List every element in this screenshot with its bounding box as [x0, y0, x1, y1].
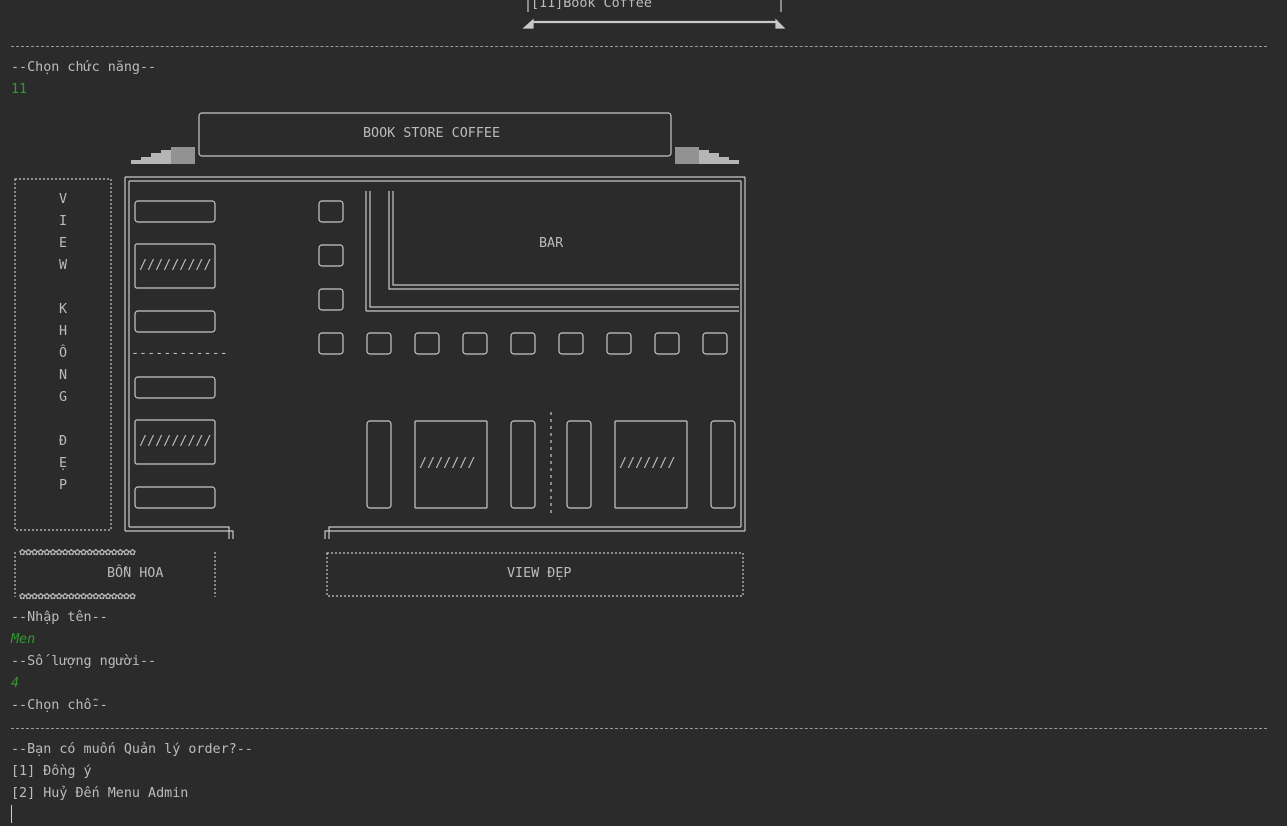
- flower-row-bottom: ✿✿✿✿✿✿✿✿✿✿✿✿✿✿✿✿✿✿✿: [19, 589, 136, 602]
- separator-line: [11, 46, 1267, 47]
- text-cursor[interactable]: [11, 805, 12, 823]
- bar-label: BAR: [539, 236, 564, 251]
- option-cancel: [2] Huỷ Đến Menu Admin: [11, 786, 189, 801]
- option-agree: [1] Đồng ý: [11, 764, 92, 779]
- people-input-value[interactable]: 4: [11, 673, 19, 695]
- view-letter: V: [59, 192, 68, 207]
- separator-line: [11, 728, 1267, 729]
- nice-view-label: VIEW ĐẸP: [507, 566, 572, 581]
- table-hatch: /////////: [139, 258, 212, 273]
- enter-name-prompt: --Nhập tên--: [11, 610, 108, 625]
- manage-order-question: --Bạn có muốn Quản lý order?--: [11, 742, 253, 757]
- view-letter: G: [59, 390, 68, 405]
- view-letter: Đ: [59, 434, 68, 449]
- people-count-prompt: --Số lượng người--: [11, 654, 157, 669]
- name-input-value[interactable]: Men: [11, 629, 35, 651]
- booth-table-hatch: ///////: [419, 456, 476, 471]
- view-letter: Ẹ: [59, 456, 68, 471]
- header-option-fragment: [11]Book Coffee: [531, 0, 652, 11]
- flower-pot-label: BỒN HOA: [107, 566, 164, 581]
- view-letter: I: [59, 214, 68, 229]
- view-letter: K: [59, 302, 68, 317]
- choose-function-prompt: --Chọn chức năng--: [11, 60, 157, 75]
- view-letter: N: [59, 368, 68, 383]
- store-sign-label: BOOK STORE COFFEE: [363, 126, 501, 141]
- view-letter: P: [59, 478, 68, 493]
- choose-seat-prompt: --Chọn chỗ--: [11, 698, 108, 713]
- view-letter: W: [59, 258, 68, 273]
- ascii-floor-plan: [14, 0, 786, 597]
- view-letter: H: [59, 324, 68, 339]
- function-input-value[interactable]: 11: [11, 79, 27, 101]
- table-hatch: /////////: [139, 434, 212, 449]
- view-letter: Ô: [59, 346, 68, 361]
- view-letter: E: [59, 236, 68, 251]
- flower-row-top: ✿✿✿✿✿✿✿✿✿✿✿✿✿✿✿✿✿✿✿: [19, 545, 136, 558]
- left-divider: ------------: [131, 346, 228, 361]
- booth-table-hatch: ///////: [619, 456, 676, 471]
